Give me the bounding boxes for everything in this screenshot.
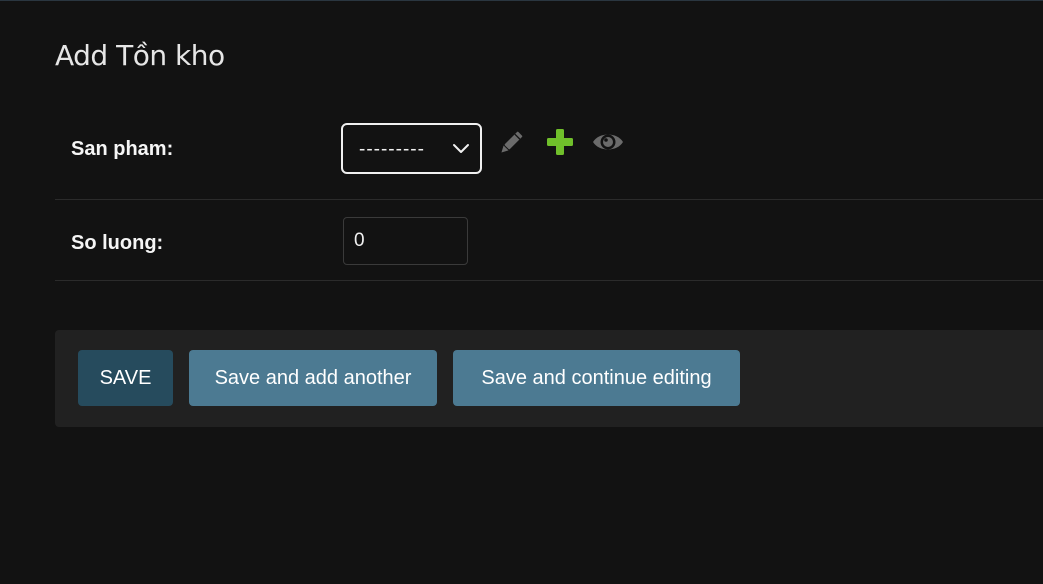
product-select[interactable]: --------- [341, 123, 482, 174]
save-and-continue-button[interactable]: Save and continue editing [453, 350, 740, 406]
pencil-icon[interactable] [496, 128, 526, 158]
save-button[interactable]: SAVE [78, 350, 173, 406]
form-row-product: San pham: --------- [55, 99, 1043, 200]
submit-row: SAVE Save and add another Save and conti… [55, 330, 1043, 427]
product-label: San pham: [71, 138, 174, 160]
quantity-label: So luong: [71, 232, 164, 254]
form-row-quantity [55, 200, 1043, 281]
chevron-down-icon [453, 144, 469, 153]
page-title: Add Tồn kho [55, 39, 225, 72]
product-select-value: --------- [359, 139, 425, 160]
plus-icon[interactable] [546, 128, 574, 156]
add-form: San pham: --------- [55, 99, 1043, 281]
eye-icon[interactable] [591, 128, 625, 156]
save-and-add-another-button[interactable]: Save and add another [189, 350, 437, 406]
quantity-input[interactable] [343, 217, 468, 265]
admin-page: Add Tồn kho San pham: --------- So luong… [0, 0, 1043, 584]
